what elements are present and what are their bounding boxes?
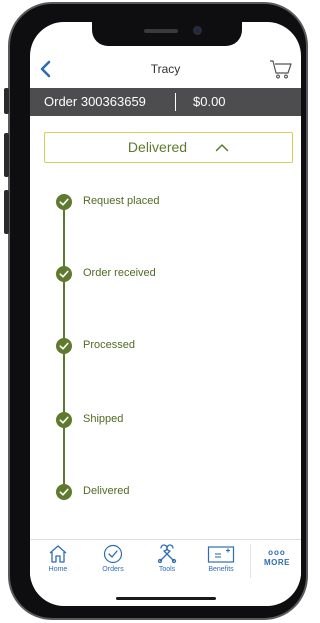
phone-notch <box>92 22 242 46</box>
tab-label: Tools <box>158 566 176 573</box>
phone-volume-down <box>4 190 9 234</box>
tab-divider <box>250 544 251 578</box>
order-number: Order 300363659 <box>44 94 146 109</box>
cart-icon[interactable] <box>269 57 293 81</box>
check-circle-icon <box>56 266 72 282</box>
more-dots-icon: ooo <box>268 548 286 557</box>
tab-benefits[interactable]: Benefits <box>197 544 245 580</box>
step-label: Order received <box>83 267 156 279</box>
tab-label: Orders <box>102 566 124 573</box>
app-screen: Tracy Order 300363659 $0.00 Delivered Re… <box>30 22 301 606</box>
check-circle-icon <box>56 194 72 210</box>
step-label: Shipped <box>83 413 124 425</box>
phone-mute-switch <box>4 88 9 114</box>
tab-label: MORE <box>264 558 290 567</box>
bottom-tab-bar: Home Orders Tools Benefits ooo MORE <box>30 539 301 581</box>
page-title: Tracy <box>150 62 181 76</box>
home-indicator <box>116 597 216 600</box>
order-summary-bar: Order 300363659 $0.00 <box>30 88 301 116</box>
speaker-grille <box>144 29 178 33</box>
step-label: Delivered <box>83 485 130 497</box>
step-label: Processed <box>83 339 135 351</box>
step-label: Request placed <box>83 195 160 207</box>
orders-icon <box>103 544 123 564</box>
order-divider <box>175 93 176 111</box>
status-dropdown[interactable]: Delivered <box>44 132 293 163</box>
status-label: Delivered <box>127 139 188 155</box>
tab-label: Benefits <box>208 566 234 573</box>
tools-icon <box>157 544 177 564</box>
phone-volume-up <box>4 133 9 177</box>
check-circle-icon <box>56 484 72 500</box>
benefits-icon <box>207 546 235 563</box>
camera-icon <box>193 26 202 35</box>
chevron-up-icon <box>215 144 229 152</box>
tab-more[interactable]: ooo MORE <box>253 544 301 580</box>
tab-tools[interactable]: Tools <box>143 544 191 580</box>
tab-label: Home <box>48 566 68 573</box>
tab-orders[interactable]: Orders <box>89 544 137 580</box>
home-icon <box>49 545 67 563</box>
app-header: Tracy <box>30 52 301 88</box>
order-total: $0.00 <box>193 94 226 109</box>
check-circle-icon <box>56 338 72 354</box>
tab-home[interactable]: Home <box>34 544 82 580</box>
check-circle-icon <box>56 412 72 428</box>
